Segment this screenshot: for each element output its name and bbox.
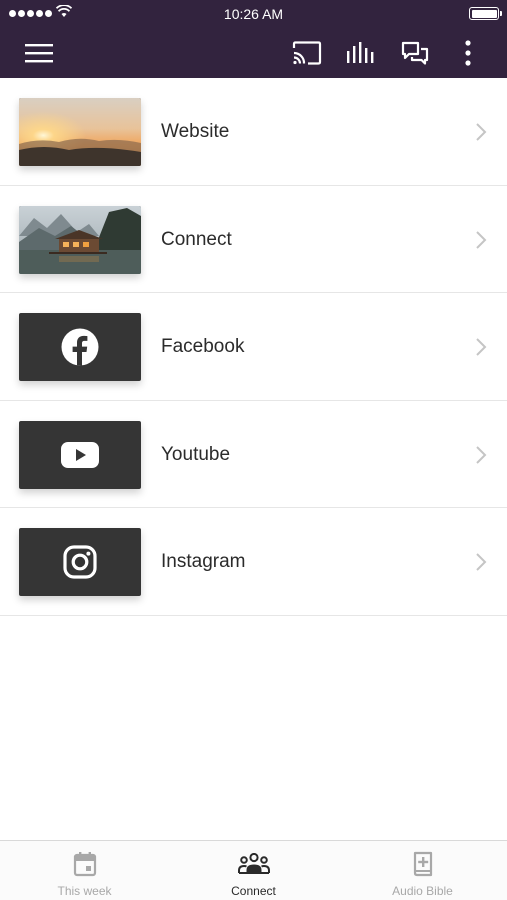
instagram-icon	[63, 545, 97, 579]
cast-icon	[292, 41, 322, 65]
list-item-label: Instagram	[161, 551, 246, 572]
tab-connect[interactable]: Connect	[169, 841, 338, 900]
status-bar: 10:26 AM	[0, 0, 507, 26]
sunset-photo	[19, 98, 141, 166]
list-item-label: Youtube	[161, 443, 231, 465]
list-item-instagram[interactable]: Instagram	[0, 508, 507, 616]
battery-icon	[469, 7, 502, 20]
tab-this-week[interactable]: This week	[0, 841, 169, 900]
list-item-label: Website	[161, 121, 230, 142]
chat-button[interactable]	[398, 36, 432, 70]
calendar-icon	[73, 852, 96, 877]
list-item-website[interactable]: Website	[0, 78, 507, 186]
bible-plus-icon	[413, 851, 432, 877]
app-header: 10:26 AM	[0, 0, 507, 78]
list-item-connect[interactable]: Connect	[0, 186, 507, 293]
bottom-tab-bar: This week Connect Audio Bible	[0, 840, 507, 900]
youtube-icon	[61, 441, 99, 468]
more-button[interactable]	[451, 36, 485, 70]
menu-button[interactable]	[22, 36, 56, 70]
instagram-tile	[19, 528, 141, 596]
list-item-label: Connect	[161, 228, 232, 250]
facebook-icon	[61, 328, 99, 366]
chevron-right-icon	[476, 123, 487, 141]
lake-house-photo	[19, 205, 141, 274]
audio-button[interactable]	[344, 36, 378, 70]
chevron-right-icon	[476, 338, 487, 356]
youtube-tile	[19, 420, 141, 489]
cast-button[interactable]	[290, 36, 324, 70]
people-group-icon	[237, 853, 270, 874]
list-item-label: Facebook	[161, 336, 245, 357]
connect-list: Website Connect Facebook Youtube Instagr…	[0, 78, 507, 616]
list-item-youtube[interactable]: Youtube	[0, 401, 507, 508]
audio-bars-icon	[347, 42, 374, 63]
facebook-tile	[19, 313, 141, 381]
status-time: 10:26 AM	[223, 6, 284, 22]
tab-label: This week	[57, 884, 112, 898]
chevron-right-icon	[476, 230, 487, 249]
tab-label: Connect	[231, 884, 276, 898]
tab-audio-bible[interactable]: Audio Bible	[338, 841, 507, 900]
hamburger-menu-icon	[25, 44, 53, 63]
list-item-facebook[interactable]: Facebook	[0, 293, 507, 401]
tab-label: Audio Bible	[392, 884, 453, 898]
chevron-right-icon	[476, 553, 487, 571]
chat-bubbles-icon	[401, 41, 429, 65]
more-vertical-icon	[465, 40, 471, 66]
chevron-right-icon	[476, 445, 487, 464]
